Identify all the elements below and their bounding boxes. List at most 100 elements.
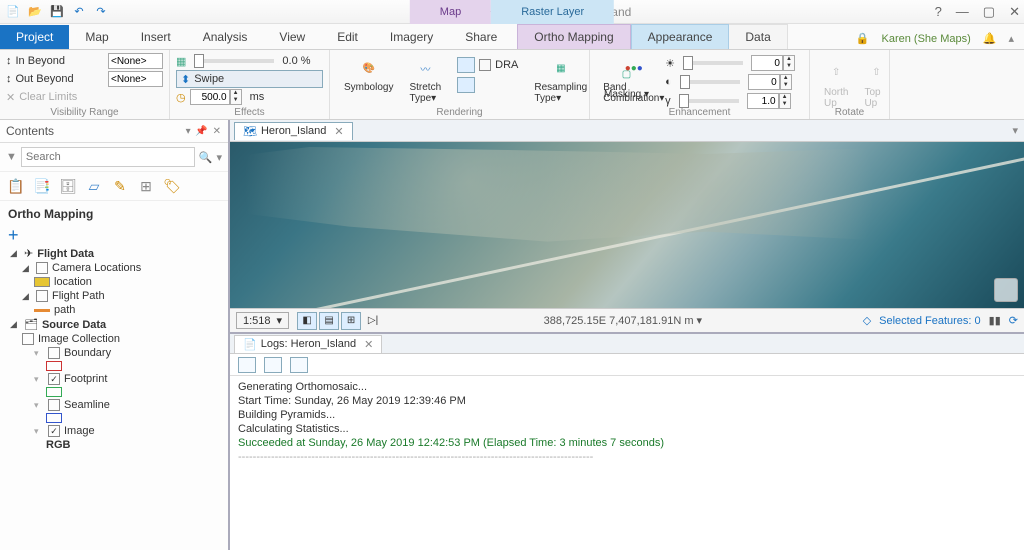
in-beyond-input[interactable] — [108, 53, 163, 69]
context-tab-raster[interactable]: Raster Layer — [491, 0, 614, 24]
label-icon[interactable]: 🏷 — [162, 176, 182, 196]
flightpath-label[interactable]: Flight Path — [52, 290, 105, 302]
redo-icon[interactable]: ↷ — [92, 3, 110, 21]
tab-view[interactable]: View — [263, 25, 321, 49]
footprint-checkbox[interactable]: ✓ — [48, 373, 60, 385]
contrast-icon: ◐ — [665, 76, 672, 88]
status-icon-2[interactable]: ▤ — [319, 312, 339, 330]
add-item-button[interactable]: + — [0, 225, 228, 246]
search-clear-icon[interactable]: ▾ — [216, 151, 222, 164]
flightpath-checkbox[interactable] — [36, 290, 48, 302]
view-tab-close-icon[interactable]: ✕ — [334, 125, 343, 138]
status-coords[interactable]: 388,725.15E 7,407,181.91N m ▾ — [391, 314, 855, 327]
brightness-slider[interactable] — [683, 61, 743, 65]
view-tab-menu-icon[interactable]: ▾ — [1012, 124, 1018, 137]
pause-draw-icon[interactable]: ▮▮ — [989, 314, 1001, 327]
filter-icon[interactable]: ▼ — [6, 151, 17, 163]
view-tab-heron[interactable]: 🗺 Heron_Island ✕ — [234, 122, 353, 140]
map-view[interactable] — [230, 142, 1024, 308]
map-icon: 🗺 — [243, 125, 257, 138]
draw-order-icon[interactable]: 📋 — [6, 176, 26, 196]
seamline-label[interactable]: Seamline — [64, 399, 110, 411]
log-btn-1[interactable] — [238, 357, 256, 373]
log-btn-2[interactable] — [264, 357, 282, 373]
clear-limits-label[interactable]: Clear Limits — [19, 91, 77, 103]
camera-label[interactable]: Camera Locations — [52, 262, 141, 274]
masking-button[interactable]: ▢Masking ▾ — [596, 52, 657, 110]
path-label[interactable]: path — [54, 304, 75, 316]
boundary-checkbox[interactable] — [48, 347, 60, 359]
image-checkbox[interactable]: ✓ — [48, 425, 60, 437]
tab-analysis[interactable]: Analysis — [187, 25, 264, 49]
tab-share[interactable]: Share — [449, 25, 513, 49]
tab-project[interactable]: Project — [0, 25, 69, 49]
log-tab-close-icon[interactable]: ✕ — [364, 338, 373, 351]
tab-appearance[interactable]: Appearance — [631, 24, 730, 49]
image-label[interactable]: Image — [64, 425, 95, 437]
out-beyond-input[interactable] — [108, 71, 163, 87]
seamline-checkbox[interactable] — [48, 399, 60, 411]
source-data-label[interactable]: Source Data — [42, 319, 106, 331]
help-icon[interactable]: ? — [935, 4, 942, 20]
gamma-slider[interactable] — [679, 99, 739, 103]
tab-edit[interactable]: Edit — [321, 25, 374, 49]
undo-icon[interactable]: ↶ — [70, 3, 88, 21]
tab-data[interactable]: Data — [729, 24, 787, 49]
log-tab[interactable]: 📄 Logs: Heron_Island ✕ — [234, 335, 382, 353]
tab-map[interactable]: Map — [69, 25, 124, 49]
snap-icon[interactable]: ⊞ — [136, 176, 156, 196]
list-source-icon[interactable]: 📑 — [32, 176, 52, 196]
tab-insert[interactable]: Insert — [125, 25, 187, 49]
log-btn-3[interactable] — [290, 357, 308, 373]
footprint-label[interactable]: Footprint — [64, 373, 107, 385]
resampling-button[interactable]: ▦Resampling Type▾ — [526, 54, 595, 106]
group-rotate: ⇧North Up ⇧Top Up Rotate — [810, 50, 890, 119]
close-icon[interactable]: ✕ — [1009, 4, 1020, 20]
render-icon-1[interactable] — [457, 57, 475, 73]
stretch-label: Stretch Type▾ — [409, 82, 441, 104]
flicker-spinner[interactable]: ▲▼ — [230, 89, 242, 105]
open-icon[interactable]: 📂 — [26, 3, 44, 21]
ribbon-collapse-icon[interactable]: ▴ — [1008, 32, 1014, 45]
collection-label[interactable]: Image Collection — [38, 333, 120, 345]
location-label[interactable]: location — [54, 276, 92, 288]
camera-checkbox[interactable] — [36, 262, 48, 274]
context-tab-map[interactable]: Map — [410, 0, 491, 24]
tab-ortho-mapping[interactable]: Ortho Mapping — [517, 24, 630, 49]
boundary-label[interactable]: Boundary — [64, 347, 111, 359]
navigator-widget[interactable] — [994, 278, 1018, 302]
user-name[interactable]: Karen (She Maps) — [882, 33, 971, 45]
notifications-icon[interactable]: 🔔 — [983, 32, 997, 45]
swipe-label[interactable]: Swipe — [194, 73, 224, 85]
contrast-slider[interactable] — [680, 80, 740, 84]
refresh-icon[interactable]: ⟳ — [1009, 314, 1018, 327]
pane-options-icon[interactable]: ▾ 📌 ✕ — [186, 126, 222, 137]
stretch-icon: 〰 — [413, 56, 437, 80]
search-icon[interactable]: 🔍 — [199, 151, 213, 164]
dra-checkbox[interactable] — [479, 59, 491, 71]
contrast-spinner[interactable]: ▲▼ — [780, 74, 792, 90]
contrast-input[interactable] — [748, 74, 780, 90]
render-icon-2[interactable] — [457, 77, 475, 93]
brightness-spinner[interactable]: ▲▼ — [783, 55, 795, 71]
status-icon-1[interactable]: ◧ — [297, 312, 317, 330]
save-icon[interactable]: 💾 — [48, 3, 66, 21]
maximize-icon[interactable]: ▢ — [983, 4, 995, 20]
status-icon-4[interactable]: ▷| — [363, 312, 383, 330]
collection-checkbox[interactable] — [22, 333, 34, 345]
minimize-icon[interactable]: — — [956, 4, 969, 20]
search-input[interactable] — [21, 147, 195, 167]
symbology-button[interactable]: 🎨Symbology — [336, 54, 401, 95]
list-db-icon[interactable]: 🗄 — [58, 176, 78, 196]
selection-icon[interactable]: ▱ — [84, 176, 104, 196]
transparency-slider[interactable] — [194, 59, 274, 63]
stretch-button[interactable]: 〰Stretch Type▾ — [401, 54, 449, 106]
brightness-input[interactable] — [751, 55, 783, 71]
flicker-input[interactable] — [190, 89, 230, 105]
new-project-icon[interactable]: 📄 — [4, 3, 22, 21]
scale-selector[interactable]: 1:518 ▾ — [236, 312, 289, 329]
tab-imagery[interactable]: Imagery — [374, 25, 449, 49]
edit-icon[interactable]: ✎ — [110, 176, 130, 196]
status-icon-3[interactable]: ⊞ — [341, 312, 361, 330]
flight-data-label[interactable]: Flight Data — [37, 248, 94, 260]
